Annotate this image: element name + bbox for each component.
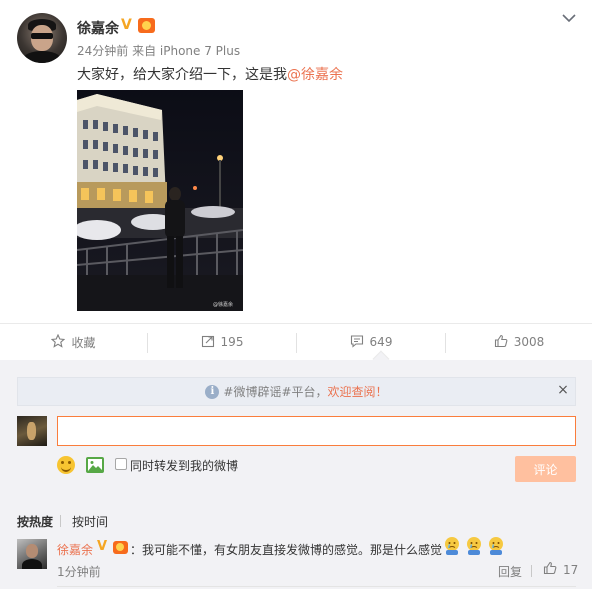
post-text: 大家好，给大家介绍一下，这是我@徐嘉余 xyxy=(77,64,343,84)
commenter-avatar[interactable] xyxy=(17,539,47,569)
repost-checkbox[interactable] xyxy=(115,458,127,470)
crying-emoji-icon xyxy=(443,536,461,556)
notice-link[interactable]: 欢迎查阅！ xyxy=(328,383,388,400)
mention-link[interactable]: @徐嘉余 xyxy=(287,67,343,83)
close-icon[interactable]: × xyxy=(556,383,570,397)
notice-text: #微博辟谣#平台， xyxy=(223,385,328,399)
picture-icon[interactable] xyxy=(86,457,104,473)
author-name[interactable]: 徐嘉余 xyxy=(77,18,119,38)
comment-panel: i #微博辟谣#平台， 欢迎查阅！ × 同时转发到我的微博 评论 按热度 按时间 … xyxy=(0,350,592,589)
author-avatar[interactable] xyxy=(17,13,67,63)
sort-divider xyxy=(60,515,61,527)
photo-watermark: @徐嘉余 xyxy=(213,301,233,308)
crying-emoji-icon xyxy=(465,536,483,556)
comment-time: 1分钟前 xyxy=(57,565,101,579)
verified-v-icon: V xyxy=(97,539,108,554)
like-count: 3008 xyxy=(513,335,545,349)
commenter-name[interactable]: 徐嘉余 xyxy=(57,541,93,558)
comment-action-divider xyxy=(531,565,532,577)
crying-emoji-icon xyxy=(487,536,505,556)
verified-v-icon: V xyxy=(121,17,132,33)
sort-by-hot-tab[interactable]: 按热度 xyxy=(17,513,53,530)
reply-button[interactable]: 回复 xyxy=(498,563,522,580)
favorite-label: 收藏 xyxy=(71,335,96,350)
my-avatar xyxy=(17,416,47,446)
repost-count: 195 xyxy=(220,335,244,349)
like-icon xyxy=(543,561,563,578)
comment-icon xyxy=(350,334,370,351)
repost-button[interactable]: 195 xyxy=(148,324,296,360)
post-photo[interactable]: @徐嘉余 xyxy=(77,90,243,311)
rumor-notice[interactable]: i #微博辟谣#平台， 欢迎查阅！ xyxy=(17,377,576,406)
comment-like-count: 17 xyxy=(563,562,579,577)
post-body: 大家好，给大家介绍一下，这是我 xyxy=(77,67,287,83)
comment-input[interactable] xyxy=(57,416,576,446)
emoji-icon[interactable] xyxy=(57,456,75,474)
submit-comment-button[interactable]: 评论 xyxy=(515,456,576,482)
action-bar: 收藏 195 649 3008 xyxy=(0,323,592,360)
repost-checkbox-label[interactable]: 同时转发到我的微博 xyxy=(130,457,238,474)
like-icon xyxy=(494,334,514,351)
comment-button[interactable]: 649 xyxy=(297,324,445,360)
weibo-post: 徐嘉余 V 24分钟前 来自 iPhone 7 Plus 大家好，给大家介绍一下… xyxy=(0,0,592,323)
level-badge-icon xyxy=(113,541,128,554)
post-meta: 24分钟前 来自 iPhone 7 Plus xyxy=(77,44,241,58)
comment-text: ：我可能不懂，有女朋友直接发微博的感觉。那是什么感觉 xyxy=(130,543,443,557)
favorite-button[interactable]: 收藏 xyxy=(0,324,147,360)
comment-count: 649 xyxy=(369,335,393,349)
comment-divider xyxy=(57,586,576,587)
chevron-down-icon[interactable] xyxy=(562,11,576,25)
repost-icon xyxy=(201,334,221,351)
level-badge-icon xyxy=(138,18,155,33)
like-button[interactable]: 3008 xyxy=(446,324,592,360)
star-icon xyxy=(51,333,71,351)
comment-like-button[interactable]: 17 xyxy=(543,561,578,578)
sort-by-time-tab[interactable]: 按时间 xyxy=(72,513,108,530)
info-icon: i xyxy=(205,384,220,399)
